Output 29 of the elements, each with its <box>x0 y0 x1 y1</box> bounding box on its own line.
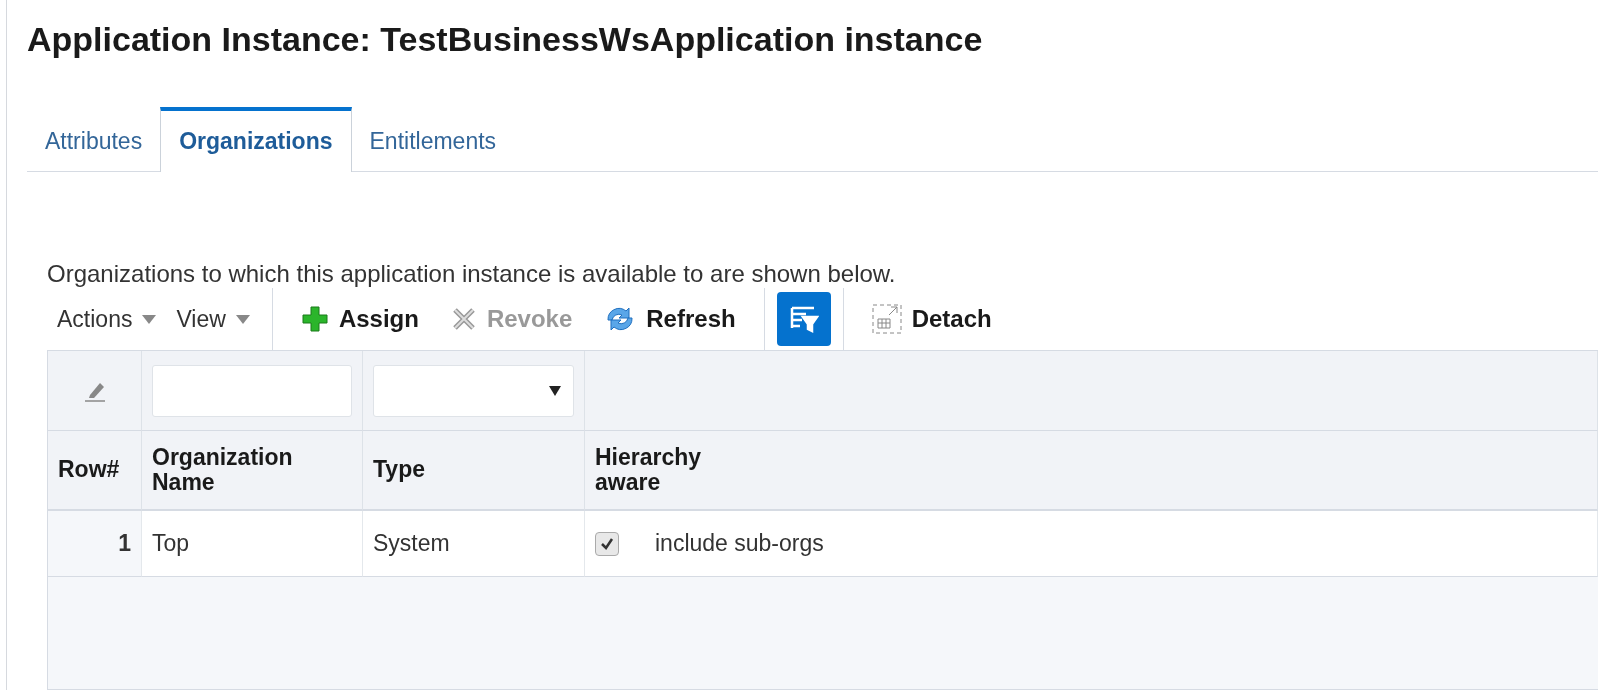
checkbox[interactable] <box>595 531 619 556</box>
detach-button[interactable]: Detach <box>855 304 1008 334</box>
column-header: Organization Name <box>142 431 363 511</box>
menu-button[interactable]: View <box>166 305 260 333</box>
row-number: 1 <box>48 511 142 577</box>
detach-icon <box>871 304 902 334</box>
tab[interactable]: Organizations <box>160 107 352 172</box>
assign-button[interactable]: Assign <box>284 305 435 333</box>
table-cell: Top <box>142 511 363 577</box>
filter-input-field[interactable] <box>152 364 352 417</box>
filter-icon <box>788 304 819 334</box>
caret-icon <box>142 314 157 324</box>
checkbox-label: include sub-orgs <box>655 530 824 557</box>
column-header: Type <box>363 431 585 511</box>
checkmark-icon <box>600 536 614 551</box>
caret-icon <box>235 314 250 324</box>
column-header: Hierarchy aware <box>585 431 1598 511</box>
column-header: Row# <box>48 431 142 511</box>
caret-icon <box>549 385 561 396</box>
table-cell: System <box>363 511 585 577</box>
refresh-button[interactable]: Refresh <box>588 304 752 334</box>
description-text: Organizations to which this application instance is available to are shown below. <box>47 260 897 288</box>
tab[interactable]: Entitlements <box>351 111 515 171</box>
close-icon <box>450 306 477 332</box>
page-title: Application Instance: TestBusinessWsApplication instance <box>27 20 984 59</box>
menu-button[interactable]: Actions <box>47 305 167 333</box>
plus-icon <box>300 305 329 333</box>
filter-toggle-button[interactable] <box>776 292 831 346</box>
tab[interactable]: Attributes <box>27 111 161 171</box>
